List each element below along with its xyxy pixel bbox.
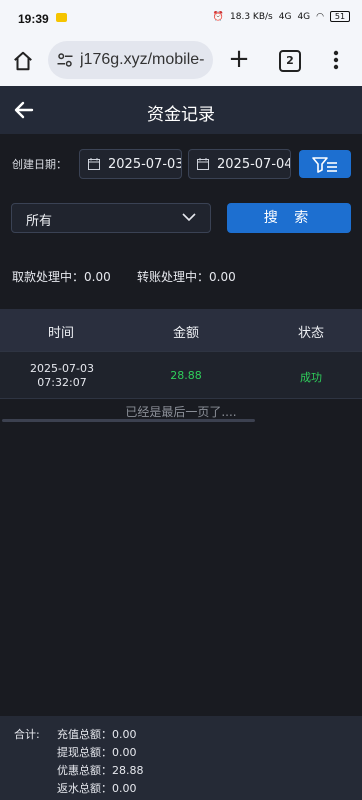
search-button[interactable]: 搜 索 xyxy=(227,203,351,233)
net-speed: 18.3 KB/s xyxy=(230,11,273,22)
end-date-value: 2025-07-04 xyxy=(217,156,291,172)
totals-panel: 合计: 充值总额：0.00 提现总额：0.00 优惠总额：28.88 返水总额：… xyxy=(0,716,362,800)
calendar-icon xyxy=(197,158,209,170)
more-menu-icon[interactable] xyxy=(332,49,340,71)
url-text: j176g.xyz/mobile- xyxy=(80,51,205,68)
end-of-list-note: 已经是最后一页了.... xyxy=(125,405,237,419)
row-status: 成功 xyxy=(300,371,322,384)
column-time: 时间 xyxy=(47,326,74,341)
wifi-icon: ◠ xyxy=(316,11,324,22)
totals-label: 合计: xyxy=(14,728,40,741)
table-header: 时间 金额 状态 xyxy=(0,309,362,351)
column-status: 状态 xyxy=(297,326,324,341)
total-withdraw: 提现总额：0.00 xyxy=(57,746,137,759)
calendar-icon xyxy=(88,158,100,170)
app-header: 资金记录 xyxy=(0,86,362,134)
column-amount: 金额 xyxy=(172,326,199,341)
chevron-down-icon xyxy=(182,213,196,222)
total-bonus: 优惠总额：28.88 xyxy=(57,764,144,777)
network-4g-1: 4G xyxy=(278,11,292,22)
battery-icon: 51 xyxy=(330,11,350,22)
total-rebate: 返水总额：0.00 xyxy=(57,782,137,795)
filter-icon xyxy=(312,157,337,173)
withdraw-processing: 取款处理中：0.00 xyxy=(12,270,111,284)
browser-toolbar: j176g.xyz/mobile- + 2 xyxy=(0,36,362,86)
type-select-value: 所有 xyxy=(26,214,53,229)
start-date-input[interactable]: 2025-07-03~ xyxy=(79,149,182,179)
tab-switcher-button[interactable]: 2 xyxy=(279,50,301,72)
end-date-input[interactable]: 2025-07-04 xyxy=(188,149,291,179)
home-icon[interactable] xyxy=(12,50,34,72)
date-label: 创建日期： xyxy=(12,158,67,171)
row-date: 2025-07-03 xyxy=(30,362,94,375)
status-time: 19:39 xyxy=(18,12,49,26)
status-indicators: ⏰ 18.3 KB/s 4G 4G ◠ 51 xyxy=(213,11,350,22)
table-row[interactable]: 2025-07-03 07:32:07 28.88 成功 xyxy=(0,351,362,399)
type-select[interactable]: 所有 xyxy=(11,203,211,233)
notification-icon xyxy=(56,13,67,22)
new-tab-icon[interactable]: + xyxy=(228,46,250,72)
status-bar: 19:39 ⏰ 18.3 KB/s 4G 4G ◠ 51 xyxy=(0,0,362,36)
row-amount: 28.88 xyxy=(170,369,202,382)
filter-button[interactable] xyxy=(299,150,351,178)
horizontal-scrollbar[interactable] xyxy=(2,419,255,422)
start-date-value: 2025-07-03~ xyxy=(108,156,181,172)
transfer-processing: 转账处理中：0.00 xyxy=(137,270,236,284)
network-4g-2: 4G xyxy=(297,11,311,22)
page-title: 资金记录 xyxy=(147,105,215,125)
alarm-icon: ⏰ xyxy=(212,11,225,22)
address-bar[interactable]: j176g.xyz/mobile- xyxy=(48,41,213,79)
total-recharge: 充值总额：0.00 xyxy=(57,728,137,741)
row-time: 07:32:07 xyxy=(37,376,87,389)
site-settings-icon[interactable] xyxy=(56,51,74,69)
